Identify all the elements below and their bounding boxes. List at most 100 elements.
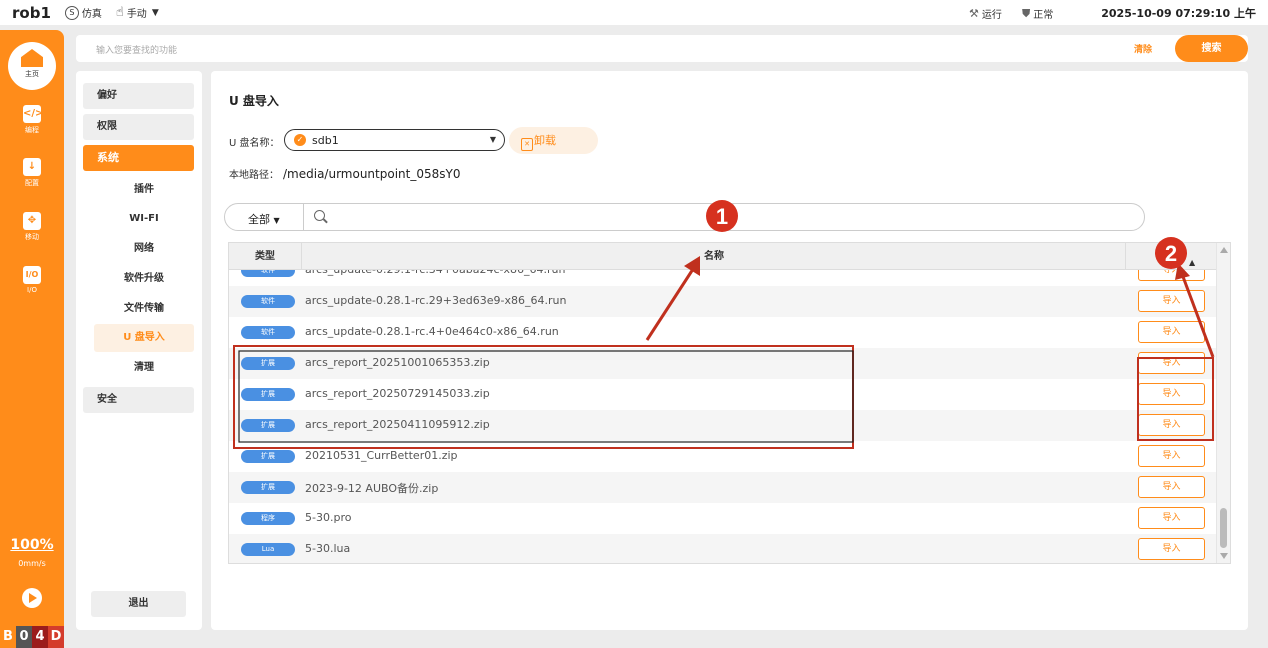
eject-icon: ✕ <box>521 138 533 151</box>
import-button[interactable]: 导入 <box>1138 538 1205 560</box>
table-row[interactable]: 软件 arcs_update-0.28.1-rc.29+3ed63e9-x86_6… <box>229 286 1216 317</box>
file-type-badge: 扩展 <box>241 419 295 432</box>
nav-sub-wifi[interactable]: WI-FI <box>94 205 194 233</box>
table-row[interactable]: 软件 arcs_update-0.28.1-rc.4+0e464c0-x86_64… <box>229 317 1216 348</box>
import-button[interactable]: 导入 <box>1138 445 1205 467</box>
status-code: 4 <box>32 626 48 648</box>
divider <box>303 204 304 230</box>
nav-item-system[interactable]: 系统 <box>83 145 194 171</box>
speed-value: 0mm/s <box>18 559 46 568</box>
chevron-down-icon: ▼ <box>273 216 280 225</box>
import-button[interactable]: 导入 <box>1138 507 1205 529</box>
sidebar-item-move[interactable]: ✥ 移动 <box>0 212 64 242</box>
file-type-badge: 扩展 <box>241 388 295 401</box>
path-value: /media/urmountpoint_058sY0 <box>283 167 461 181</box>
nav-sub-plugins[interactable]: 插件 <box>94 176 194 204</box>
scroll-up-icon[interactable] <box>1220 247 1228 253</box>
file-type-badge: 扩展 <box>241 481 295 494</box>
file-type-badge: 程序 <box>241 512 295 525</box>
home-label: 主页 <box>25 70 39 78</box>
play-button[interactable] <box>22 588 42 608</box>
table-row[interactable]: 扩展 2023-9-12 AUBO备份.zip 导入 <box>229 472 1216 503</box>
unmount-button[interactable]: ✕ 卸载 <box>509 127 598 154</box>
home-icon <box>21 49 43 67</box>
type-filter-value: 全部 <box>248 213 270 226</box>
sidebar-item-io[interactable]: I/O I/O <box>0 266 64 294</box>
path-label: 本地路径： <box>229 170 279 181</box>
datetime: 2025-10-09 07:29:10 上午 <box>1101 7 1256 20</box>
file-name: 2023-9-12 AUBO备份.zip <box>305 482 439 495</box>
status-codes: B 0 4 D <box>0 626 64 648</box>
logout-button[interactable]: 退出 <box>91 591 186 617</box>
import-button[interactable]: 导入 <box>1138 321 1205 343</box>
search-button[interactable]: 搜索 <box>1175 35 1248 62</box>
nav-sub-usb-import[interactable]: U 盘导入 <box>94 324 194 352</box>
nav-item-safety[interactable]: 安全 <box>83 387 194 413</box>
search-icon[interactable] <box>314 210 325 221</box>
table-scrollbar[interactable] <box>1216 243 1230 563</box>
scroll-thumb[interactable] <box>1220 508 1227 548</box>
import-button[interactable]: 导入 <box>1138 476 1205 498</box>
hand-icon: ☝ <box>115 5 124 20</box>
health-status: ⛊ 正常 <box>1022 6 1054 22</box>
simulation-mode[interactable]: S 仿真 <box>64 5 102 20</box>
table-row[interactable]: 扩展 arcs_report_20250411095912.zip 导入 <box>229 410 1216 441</box>
function-search-bar[interactable]: 输入您要查找的功能 清除 <box>76 35 1248 62</box>
sidebar-item-label: 移动 <box>25 233 39 241</box>
simulation-label: 仿真 <box>81 9 102 20</box>
disk-value: sdb1 <box>312 134 339 147</box>
file-name: arcs_report_20250411095912.zip <box>305 418 490 431</box>
status-code: B <box>0 626 16 648</box>
file-type-badge: 软件 <box>241 295 295 308</box>
top-bar: rob1 S 仿真 ☝ 手动 ▼ ⚒ 运行 ⛊ 正常 2025-10-09 07… <box>0 0 1268 25</box>
home-button[interactable]: 主页 <box>8 42 56 90</box>
table-row[interactable]: Lua 5-30.lua 导入 <box>229 534 1216 563</box>
nav-sub-cleanup[interactable]: 清理 <box>94 354 194 382</box>
nav-sub-file-transfer[interactable]: 文件传输 <box>94 295 194 323</box>
nav-sub-software-upgrade[interactable]: 软件升级 <box>94 265 194 293</box>
file-name: 20210531_CurrBetter01.zip <box>305 449 458 462</box>
file-name: arcs_update-0.28.1-rc.4+0e464c0-x86_64.r… <box>305 325 559 338</box>
run-status-label: 运行 <box>981 10 1002 21</box>
local-path: 本地路径： /media/urmountpoint_058sY0 <box>229 166 460 181</box>
shield-icon: ⛊ <box>1022 6 1031 20</box>
file-name: 5-30.pro <box>305 511 352 524</box>
file-filter-bar: 全部 ▼ <box>224 203 1145 231</box>
type-filter-dropdown[interactable]: 全部 ▼ <box>248 211 280 227</box>
run-status: ⚒ 运行 <box>969 6 1002 21</box>
import-button[interactable]: 导入 <box>1138 290 1205 312</box>
nav-sub-network[interactable]: 网络 <box>94 235 194 263</box>
speed-percentage: 100% <box>10 537 54 553</box>
file-table: 软件arcs_update-0.29.1-rc.34+0aba24c-x86_6… <box>228 242 1231 564</box>
move-icon: ✥ <box>23 212 41 230</box>
table-header: 类型 名称 ▲ <box>229 243 1216 270</box>
scroll-down-icon[interactable] <box>1220 553 1228 559</box>
file-type-badge: 软件 <box>241 326 295 339</box>
table-row[interactable]: 扩展 arcs_report_20250729145033.zip 导入 <box>229 379 1216 410</box>
status-code: D <box>48 626 64 648</box>
nav-item-permissions[interactable]: 权限 <box>83 114 194 140</box>
sort-icon[interactable]: ▲ <box>1189 249 1195 276</box>
manual-mode-dropdown[interactable]: ☝ 手动 ▼ <box>116 5 159 20</box>
column-type-header: 类型 <box>229 243 302 270</box>
import-button[interactable]: 导入 <box>1138 352 1205 374</box>
import-button[interactable]: 导入 <box>1138 414 1205 436</box>
import-button[interactable]: 导入 <box>1138 383 1205 405</box>
table-row[interactable]: 扩展 arcs_report_20251001065353.zip 导入 <box>229 348 1216 379</box>
sidebar-item-config[interactable]: ↓ 配置 <box>0 158 64 188</box>
chevron-down-icon: ▼ <box>151 7 159 18</box>
clear-button[interactable]: 清除 <box>1134 42 1152 55</box>
status-code: 0 <box>16 626 32 648</box>
file-type-badge: 扩展 <box>241 357 295 370</box>
disk-select[interactable]: ✓ sdb1 ▼ <box>284 129 505 151</box>
io-icon: I/O <box>23 266 41 284</box>
nav-item-preferences[interactable]: 偏好 <box>83 83 194 109</box>
speed-display[interactable]: 100% 0mm/s <box>0 537 64 568</box>
settings-nav: 偏好 权限 系统 插件 WI-FI 网络 软件升级 文件传输 U 盘导入 清理 … <box>76 71 202 630</box>
column-name-header[interactable]: 名称 ▲ <box>303 243 1195 270</box>
sidebar-item-programming[interactable]: </> 编程 <box>0 105 64 135</box>
health-status-label: 正常 <box>1033 10 1054 21</box>
table-row[interactable]: 扩展 20210531_CurrBetter01.zip 导入 <box>229 441 1216 472</box>
table-row[interactable]: 程序 5-30.pro 导入 <box>229 503 1216 534</box>
manual-label: 手动 <box>126 9 147 20</box>
